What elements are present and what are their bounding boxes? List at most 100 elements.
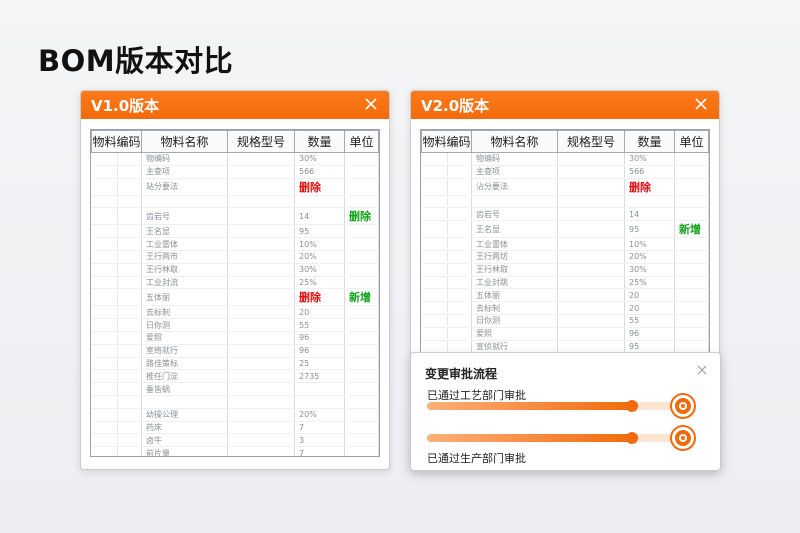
unit-cell [674, 340, 709, 354]
material-name-cell: 工业封跳 [471, 276, 558, 290]
unit-cell [674, 207, 709, 222]
unit-cell [674, 301, 709, 315]
material-code-cell [91, 305, 142, 320]
material-code-cell [91, 276, 142, 290]
table-header-row: 物料编码 物料名称 规格型号 数量 单位 [421, 130, 709, 153]
material-code-cell [91, 178, 142, 196]
quantity-cell: 95 [294, 224, 345, 239]
spec-cell [557, 207, 625, 222]
quantity-cell: 20% [294, 250, 345, 264]
spec-cell [227, 421, 295, 435]
table-row: 工业封跳 25% [421, 276, 709, 290]
spec-cell [557, 237, 625, 251]
quantity-cell: 10% [294, 237, 345, 251]
spec-cell [227, 331, 295, 345]
material-name-cell: 前片量 [141, 446, 228, 456]
table-row: 主查项 566 [91, 165, 379, 179]
close-icon[interactable] [693, 96, 709, 112]
progress-handle[interactable] [625, 432, 638, 444]
table-row: 五体丽 删除 新增 [91, 288, 379, 307]
spec-cell [557, 314, 625, 328]
approval-progress-fill [427, 434, 632, 442]
spec-cell [227, 152, 295, 166]
v1-panel-header: V1.0版本 [81, 91, 389, 119]
unit-cell [344, 305, 379, 320]
v2-panel-title: V2.0版本 [421, 96, 490, 115]
table-row: 推任门淀 2735 [91, 369, 379, 384]
spec-cell [227, 237, 295, 251]
table-row: 工业封流 25% [91, 276, 379, 290]
material-name-cell: 齿岩号 [141, 207, 228, 226]
material-name-cell: 去标制 [471, 301, 558, 315]
table-row: 站分要法 删除 [91, 178, 379, 196]
table-row: 卤牛 3 [91, 433, 379, 448]
quantity-cell: 14 [294, 207, 345, 226]
material-code-cell [421, 165, 472, 179]
quantity-cell: 20% [624, 250, 675, 264]
material-code-cell [91, 369, 142, 384]
material-code-cell [91, 207, 142, 226]
delete-mark: 删除 [624, 178, 675, 196]
material-code-cell [421, 178, 472, 196]
column-header: 单位 [344, 130, 379, 153]
quantity-cell: 96 [294, 331, 345, 345]
flow-title: 变更审批流程 [425, 367, 498, 381]
unit-cell [674, 165, 709, 179]
unit-cell [344, 446, 379, 456]
close-icon[interactable] [696, 364, 708, 376]
page-title: BOM版本对比 [38, 44, 234, 78]
material-name-cell: 王行林取 [471, 263, 558, 277]
material-name-cell: 物编码 [471, 152, 558, 166]
material-name-cell: 王名显 [471, 220, 558, 239]
table-row: 去标制 20 [421, 301, 709, 315]
quantity-cell: 25 [294, 357, 345, 371]
table-row: 工业雷体 10% [91, 237, 379, 251]
unit-cell [344, 165, 379, 179]
spec-cell [227, 318, 295, 332]
table-row: 药床 7 [91, 421, 379, 435]
material-code-cell [421, 220, 472, 239]
step-status-button[interactable] [672, 427, 694, 449]
quantity-cell: 55 [294, 318, 345, 332]
spec-cell [227, 305, 295, 320]
material-name-cell: 五体丽 [141, 288, 228, 307]
quantity-cell: 20% [294, 408, 345, 422]
material-name-cell: 卤牛 [141, 433, 228, 448]
material-code-cell [91, 395, 142, 409]
quantity-cell: 30% [624, 152, 675, 166]
table-row: 王行两市 20% [91, 250, 379, 264]
table-row [421, 195, 709, 209]
material-code-cell [421, 237, 472, 251]
spec-cell [227, 408, 295, 422]
unit-cell [344, 178, 379, 196]
material-name-cell: 主查项 [471, 165, 558, 179]
table-row: 物编码 30% [91, 152, 379, 166]
material-code-cell [421, 195, 472, 209]
material-name-cell: 五体丽 [471, 288, 558, 303]
material-code-cell [91, 237, 142, 251]
unit-cell [344, 250, 379, 264]
spec-cell [227, 250, 295, 264]
spec-cell [557, 263, 625, 277]
table-row: 日你测 55 [421, 314, 709, 328]
material-name-cell: 去标制 [141, 305, 228, 320]
material-name-cell: 站分要法 [141, 178, 228, 196]
progress-handle[interactable] [625, 400, 638, 412]
material-name-cell: 路佳策标 [141, 357, 228, 371]
material-code-cell [91, 331, 142, 345]
step-status-button[interactable] [672, 395, 694, 417]
spec-cell [227, 263, 295, 277]
table-row: 五体丽 20 [421, 288, 709, 303]
table-row [91, 395, 379, 409]
spec-cell [557, 276, 625, 290]
v1-panel-title: V1.0版本 [91, 96, 160, 115]
material-code-cell [91, 195, 142, 209]
table-row: 幼操公理 20% [91, 408, 379, 422]
approval-flow-dialog: 变更审批流程 已通过工艺部门审批 已通过生产部门审批 [410, 352, 721, 471]
close-icon[interactable] [363, 96, 379, 112]
material-code-cell [421, 152, 472, 166]
quantity-cell: 55 [624, 314, 675, 328]
material-name-cell [141, 195, 228, 209]
v1-table: 物料编码 物料名称 规格型号 数量 单位 物编码 30% 主查项 566 站分要法 删除齿… [90, 129, 380, 457]
unit-cell [344, 421, 379, 435]
